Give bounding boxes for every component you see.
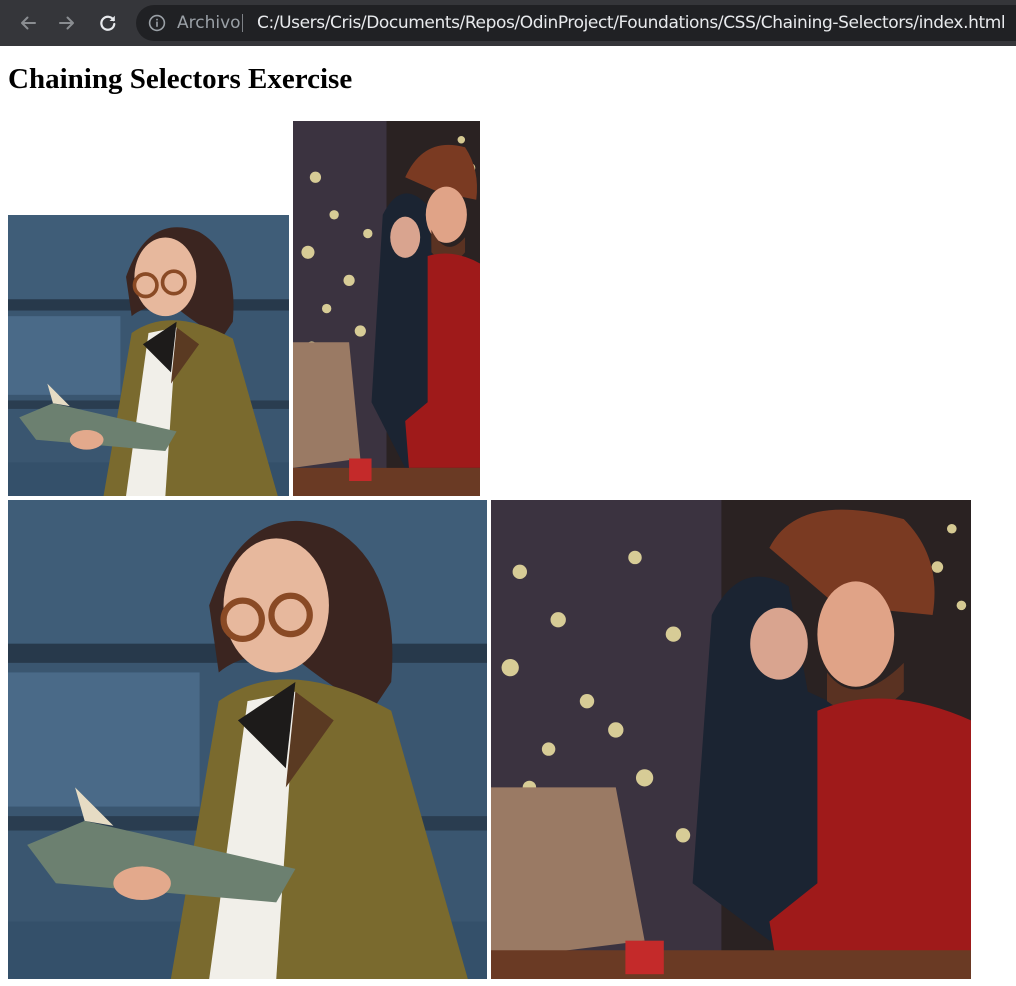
woman-reading-image-small — [8, 215, 289, 496]
browser-toolbar: Archivo C:/Users/Cris/Documents/Repos/Od… — [0, 0, 1016, 46]
scheme-separator — [242, 14, 243, 32]
couple-laptop-image-large — [491, 500, 971, 979]
couple-laptop-image-small — [293, 121, 480, 496]
page-heading: Chaining Selectors Exercise — [8, 63, 353, 95]
arrow-left-icon — [21, 16, 36, 30]
url-text[interactable]: C:/Users/Cris/Documents/Repos/OdinProjec… — [257, 13, 1006, 33]
file-scheme-label: Archivo — [177, 13, 241, 33]
arrow-right-icon — [59, 16, 74, 30]
address-bar[interactable]: Archivo C:/Users/Cris/Documents/Repos/Od… — [136, 5, 1016, 41]
info-circle-icon[interactable] — [148, 14, 166, 32]
back-button[interactable] — [13, 8, 43, 38]
forward-button[interactable] — [52, 8, 82, 38]
woman-reading-image-large — [8, 500, 487, 979]
reload-icon — [100, 15, 116, 31]
reload-button[interactable] — [93, 8, 123, 38]
